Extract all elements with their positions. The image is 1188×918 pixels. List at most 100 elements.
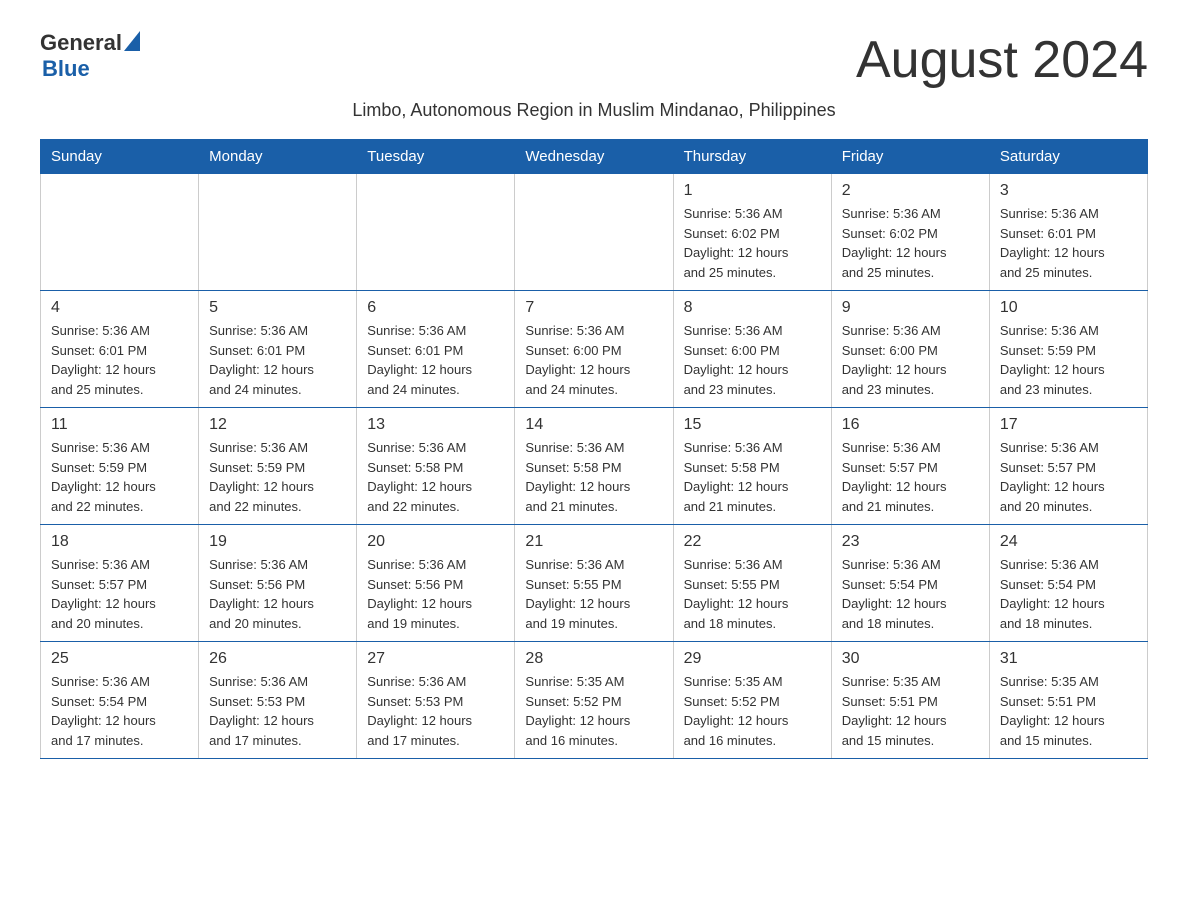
calendar-day-cell: 29Sunrise: 5:35 AMSunset: 5:52 PMDayligh… <box>673 642 831 759</box>
calendar-day-cell: 20Sunrise: 5:36 AMSunset: 5:56 PMDayligh… <box>357 525 515 642</box>
day-sun-info: Sunrise: 5:36 AMSunset: 6:00 PMDaylight:… <box>525 321 662 399</box>
day-of-week-header: Monday <box>199 140 357 174</box>
logo-arrow-icon <box>124 31 140 51</box>
day-number: 20 <box>367 533 504 551</box>
calendar-day-cell: 28 Sunrise: 5:35 AMSunset: 5:52 PMDayligh… <box>515 642 673 759</box>
day-number: 12 <box>209 416 346 434</box>
calendar-header-row: SundayMondayTuesdayWednesdayThursdayFrid… <box>41 140 1148 174</box>
calendar-day-cell: 18Sunrise: 5:36 AMSunset: 5:57 PMDayligh… <box>41 525 199 642</box>
day-sun-info: Sunrise: 5:36 AMSunset: 6:01 PMDaylight:… <box>367 321 504 399</box>
day-number: 22 <box>684 533 821 551</box>
day-sun-info: Sunrise: 5:35 AMSunset: 5:52 PMDaylight:… <box>525 672 662 750</box>
day-number: 21 <box>525 533 662 551</box>
day-of-week-header: Thursday <box>673 140 831 174</box>
day-sun-info: Sunrise: 5:36 AMSunset: 5:59 PMDaylight:… <box>209 438 346 516</box>
day-sun-info: Sunrise: 5:35 AMSunset: 5:51 PMDaylight:… <box>1000 672 1137 750</box>
calendar-week-row: 25 Sunrise: 5:36 AMSunset: 5:54 PMDayligh… <box>41 642 1148 759</box>
calendar-day-cell: 15Sunrise: 5:36 AMSunset: 5:58 PMDayligh… <box>673 408 831 525</box>
day-sun-info: Sunrise: 5:36 AMSunset: 5:57 PMDaylight:… <box>1000 438 1137 516</box>
day-sun-info: Sunrise: 5:36 AMSunset: 5:55 PMDaylight:… <box>525 555 662 633</box>
calendar-day-cell: 12 Sunrise: 5:36 AMSunset: 5:59 PMDayligh… <box>199 408 357 525</box>
day-sun-info: Sunrise: 5:36 AMSunset: 6:00 PMDaylight:… <box>684 321 821 399</box>
day-sun-info: Sunrise: 5:36 AMSunset: 5:58 PMDaylight:… <box>684 438 821 516</box>
day-of-week-header: Sunday <box>41 140 199 174</box>
day-of-week-header: Saturday <box>989 140 1147 174</box>
day-number: 5 <box>209 299 346 317</box>
day-sun-info: Sunrise: 5:35 AMSunset: 5:51 PMDaylight:… <box>842 672 979 750</box>
day-number: 2 <box>842 182 979 200</box>
calendar-day-cell <box>357 174 515 291</box>
calendar-day-cell <box>515 174 673 291</box>
calendar-day-cell: 23 Sunrise: 5:36 AMSunset: 5:54 PMDayligh… <box>831 525 989 642</box>
day-sun-info: Sunrise: 5:36 AMSunset: 5:53 PMDaylight:… <box>367 672 504 750</box>
day-number: 19 <box>209 533 346 551</box>
calendar-day-cell: 5Sunrise: 5:36 AMSunset: 6:01 PMDaylight… <box>199 291 357 408</box>
day-number: 30 <box>842 650 979 668</box>
day-number: 31 <box>1000 650 1137 668</box>
day-sun-info: Sunrise: 5:36 AMSunset: 5:57 PMDaylight:… <box>842 438 979 516</box>
day-sun-info: Sunrise: 5:36 AMSunset: 5:59 PMDaylight:… <box>51 438 188 516</box>
day-number: 28 <box>525 650 662 668</box>
calendar-day-cell: 19 Sunrise: 5:36 AMSunset: 5:56 PMDayligh… <box>199 525 357 642</box>
calendar-day-cell: 30 Sunrise: 5:35 AMSunset: 5:51 PMDayligh… <box>831 642 989 759</box>
day-number: 23 <box>842 533 979 551</box>
calendar-week-row: 4Sunrise: 5:36 AMSunset: 6:01 PMDaylight… <box>41 291 1148 408</box>
calendar-day-cell: 11 Sunrise: 5:36 AMSunset: 5:59 PMDayligh… <box>41 408 199 525</box>
day-sun-info: Sunrise: 5:36 AMSunset: 5:58 PMDaylight:… <box>367 438 504 516</box>
day-number: 14 <box>525 416 662 434</box>
day-sun-info: Sunrise: 5:36 AMSunset: 5:54 PMDaylight:… <box>842 555 979 633</box>
calendar-day-cell: 10Sunrise: 5:36 AMSunset: 5:59 PMDayligh… <box>989 291 1147 408</box>
calendar-day-cell <box>41 174 199 291</box>
day-number: 6 <box>367 299 504 317</box>
day-sun-info: Sunrise: 5:36 AMSunset: 5:54 PMDaylight:… <box>1000 555 1137 633</box>
calendar-table: SundayMondayTuesdayWednesdayThursdayFrid… <box>40 139 1148 759</box>
day-number: 11 <box>51 416 188 434</box>
calendar-day-cell: 31 Sunrise: 5:35 AMSunset: 5:51 PMDayligh… <box>989 642 1147 759</box>
day-sun-info: Sunrise: 5:36 AMSunset: 6:02 PMDaylight:… <box>684 204 821 282</box>
calendar-day-cell <box>199 174 357 291</box>
calendar-subtitle: Limbo, Autonomous Region in Muslim Minda… <box>40 100 1148 121</box>
day-number: 9 <box>842 299 979 317</box>
calendar-day-cell: 2Sunrise: 5:36 AMSunset: 6:02 PMDaylight… <box>831 174 989 291</box>
calendar-day-cell: 22 Sunrise: 5:36 AMSunset: 5:55 PMDayligh… <box>673 525 831 642</box>
day-sun-info: Sunrise: 5:36 AMSunset: 5:56 PMDaylight:… <box>209 555 346 633</box>
day-number: 16 <box>842 416 979 434</box>
day-sun-info: Sunrise: 5:36 AMSunset: 5:55 PMDaylight:… <box>684 555 821 633</box>
calendar-day-cell: 8Sunrise: 5:36 AMSunset: 6:00 PMDaylight… <box>673 291 831 408</box>
calendar-day-cell: 1 Sunrise: 5:36 AMSunset: 6:02 PMDaylight… <box>673 174 831 291</box>
day-number: 27 <box>367 650 504 668</box>
day-of-week-header: Friday <box>831 140 989 174</box>
calendar-day-cell: 3Sunrise: 5:36 AMSunset: 6:01 PMDaylight… <box>989 174 1147 291</box>
day-sun-info: Sunrise: 5:36 AMSunset: 5:54 PMDaylight:… <box>51 672 188 750</box>
day-number: 24 <box>1000 533 1137 551</box>
day-sun-info: Sunrise: 5:36 AMSunset: 6:01 PMDaylight:… <box>1000 204 1137 282</box>
calendar-day-cell: 6 Sunrise: 5:36 AMSunset: 6:01 PMDaylight… <box>357 291 515 408</box>
logo-general-text: General <box>40 30 122 56</box>
calendar-day-cell: 21 Sunrise: 5:36 AMSunset: 5:55 PMDayligh… <box>515 525 673 642</box>
day-number: 26 <box>209 650 346 668</box>
calendar-week-row: 1 Sunrise: 5:36 AMSunset: 6:02 PMDaylight… <box>41 174 1148 291</box>
calendar-day-cell: 25 Sunrise: 5:36 AMSunset: 5:54 PMDayligh… <box>41 642 199 759</box>
page-header: General Blue August 2024 <box>40 30 1148 90</box>
day-of-week-header: Tuesday <box>357 140 515 174</box>
month-title: August 2024 <box>856 30 1148 90</box>
day-number: 7 <box>525 299 662 317</box>
day-number: 13 <box>367 416 504 434</box>
calendar-day-cell: 16 Sunrise: 5:36 AMSunset: 5:57 PMDayligh… <box>831 408 989 525</box>
calendar-day-cell: 7 Sunrise: 5:36 AMSunset: 6:00 PMDaylight… <box>515 291 673 408</box>
day-of-week-header: Wednesday <box>515 140 673 174</box>
calendar-day-cell: 24 Sunrise: 5:36 AMSunset: 5:54 PMDayligh… <box>989 525 1147 642</box>
calendar-day-cell: 27 Sunrise: 5:36 AMSunset: 5:53 PMDayligh… <box>357 642 515 759</box>
calendar-week-row: 18Sunrise: 5:36 AMSunset: 5:57 PMDayligh… <box>41 525 1148 642</box>
calendar-day-cell: 17 Sunrise: 5:36 AMSunset: 5:57 PMDayligh… <box>989 408 1147 525</box>
day-number: 17 <box>1000 416 1137 434</box>
day-number: 25 <box>51 650 188 668</box>
day-number: 1 <box>684 182 821 200</box>
day-sun-info: Sunrise: 5:36 AMSunset: 5:57 PMDaylight:… <box>51 555 188 633</box>
day-sun-info: Sunrise: 5:36 AMSunset: 5:58 PMDaylight:… <box>525 438 662 516</box>
day-number: 10 <box>1000 299 1137 317</box>
calendar-day-cell: 9Sunrise: 5:36 AMSunset: 6:00 PMDaylight… <box>831 291 989 408</box>
logo-blue-text: Blue <box>42 56 90 82</box>
calendar-day-cell: 26Sunrise: 5:36 AMSunset: 5:53 PMDayligh… <box>199 642 357 759</box>
day-sun-info: Sunrise: 5:35 AMSunset: 5:52 PMDaylight:… <box>684 672 821 750</box>
